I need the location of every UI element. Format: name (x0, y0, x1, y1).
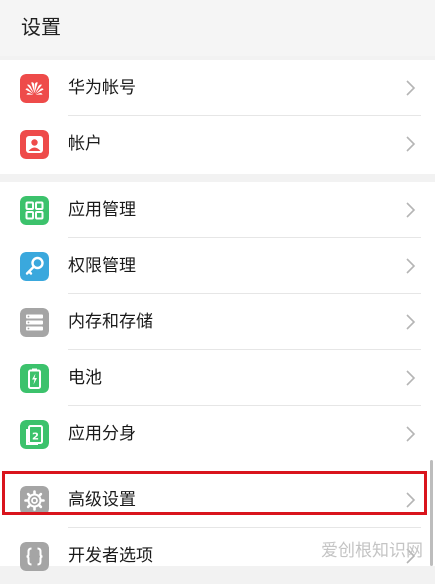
settings-item-label: 华为帐号 (68, 78, 136, 98)
settings-item-label: 帐户 (68, 134, 102, 154)
settings-item-battery[interactable]: 电池 (0, 350, 435, 406)
chevron-right-icon (406, 314, 416, 330)
app-twin-icon: 2 (20, 420, 49, 449)
settings-item-app-management[interactable]: 应用管理 (0, 182, 435, 238)
settings-item-permissions[interactable]: 权限管理 (0, 238, 435, 294)
svg-text:2: 2 (32, 432, 39, 443)
highlight-box (2, 471, 427, 515)
watermark: 爱创根知识网 (321, 541, 423, 561)
settings-item-label: 应用分身 (68, 424, 136, 444)
chevron-right-icon (406, 202, 416, 218)
settings-item-label: 电池 (68, 368, 102, 388)
app-grid-icon (20, 196, 49, 225)
page-title: 设置 (21, 15, 61, 39)
settings-item-huawei-account[interactable]: 华为帐号 (0, 60, 435, 116)
settings-item-label: 应用管理 (68, 200, 136, 220)
settings-item-memory-storage[interactable]: 内存和存储 (0, 294, 435, 350)
chevron-right-icon (406, 426, 416, 442)
chevron-right-icon (406, 80, 416, 96)
huawei-logo-icon (20, 74, 49, 103)
chevron-right-icon (406, 370, 416, 386)
user-icon (20, 130, 49, 159)
key-icon (20, 252, 49, 281)
braces-icon (20, 542, 49, 571)
storage-icon (20, 308, 49, 337)
battery-icon (20, 364, 49, 393)
settings-item-accounts[interactable]: 帐户 (0, 116, 435, 172)
chevron-right-icon (406, 136, 416, 152)
settings-item-app-twin[interactable]: 2 应用分身 (0, 406, 435, 462)
settings-item-label: 开发者选项 (68, 546, 153, 566)
header: 设置 (0, 0, 435, 56)
chevron-right-icon (406, 258, 416, 274)
settings-item-label: 内存和存储 (68, 312, 153, 332)
settings-item-label: 权限管理 (68, 256, 136, 276)
settings-group-account: 华为帐号 帐户 (0, 60, 435, 174)
scrollbar[interactable] (430, 460, 433, 566)
